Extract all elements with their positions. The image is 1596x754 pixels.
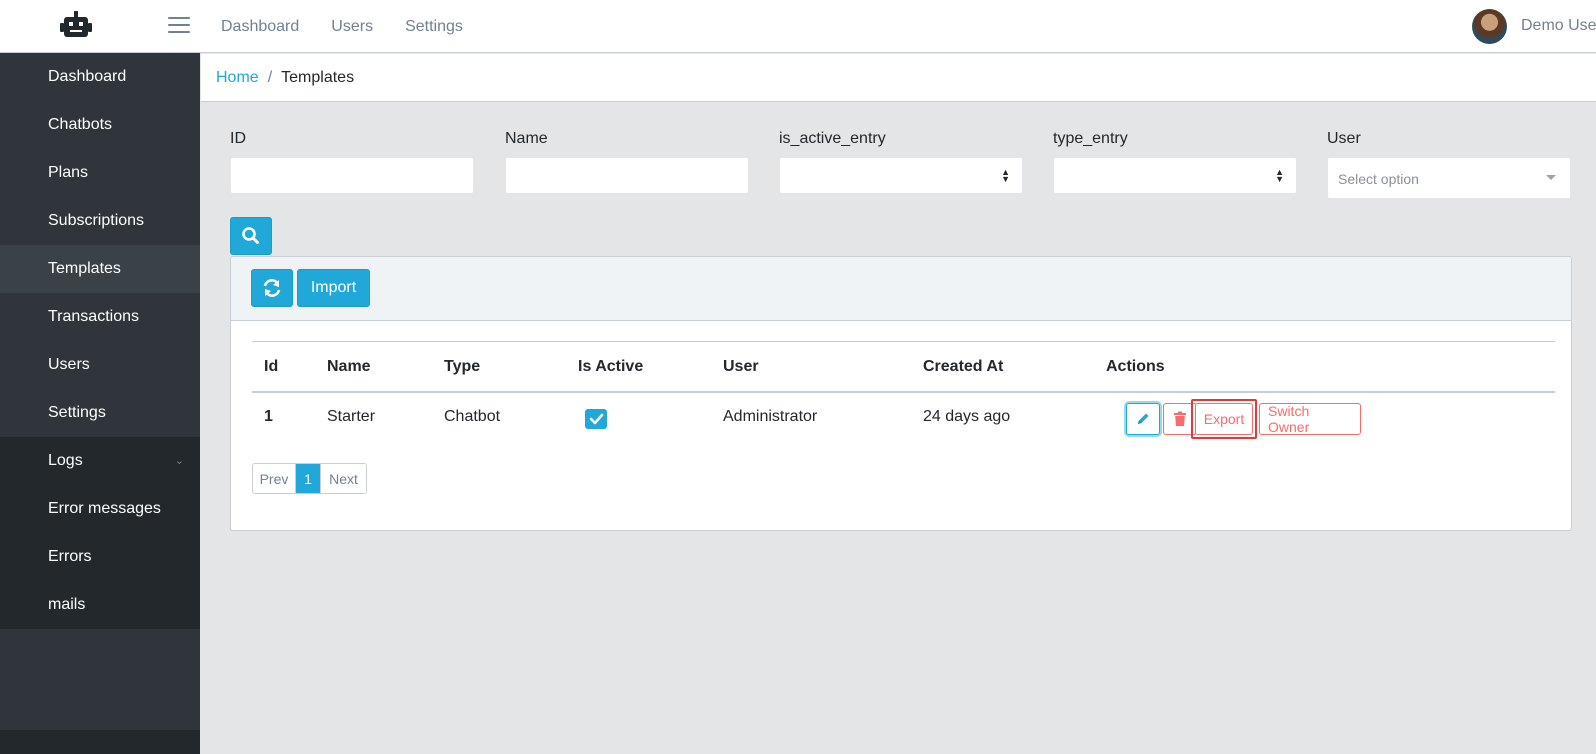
top-nav-dashboard[interactable]: Dashboard (221, 18, 299, 36)
filter-user-select[interactable]: Select option (1327, 157, 1571, 199)
sidebar-footer (0, 730, 200, 754)
filter-type-label: type_entry (1053, 130, 1128, 147)
breadcrumb-current: Templates (281, 68, 355, 86)
sidebar-item-plans[interactable]: Plans (0, 149, 200, 197)
hamburger-icon[interactable] (168, 17, 190, 35)
sidebar-item-transactions[interactable]: Transactions (0, 293, 200, 341)
column-header-is-active: Is Active (578, 358, 644, 375)
sidebar-item-errors[interactable]: Errors (0, 533, 200, 581)
sidebar-item-logs[interactable]: Logs ⌄ (0, 437, 200, 485)
cell-type: Chatbot (444, 408, 501, 425)
select-arrows-icon: ▲ ▼ (1001, 167, 1010, 184)
sidebar-item-dashboard[interactable]: Dashboard (0, 53, 200, 101)
filter-id-field[interactable] (230, 157, 474, 194)
top-header: Dashboard Users Settings Demo User (0, 0, 1596, 53)
sidebar-item-users[interactable]: Users (0, 341, 200, 389)
refresh-button[interactable] (251, 269, 293, 307)
filter-name-input[interactable] (506, 158, 748, 193)
filter-type-select[interactable]: ▲ ▼ (1053, 157, 1297, 194)
cell-name: Starter (327, 408, 376, 425)
pencil-icon (1138, 413, 1149, 424)
check-icon (589, 413, 604, 425)
user-name[interactable]: Demo User (1521, 17, 1596, 35)
switch-owner-button[interactable]: Switch Owner (1259, 403, 1361, 435)
refresh-icon (263, 279, 281, 297)
filter-type: type_entry ▲ ▼ (1053, 130, 1297, 194)
filter-user: User Select option (1327, 130, 1571, 199)
cell-user: Administrator (723, 408, 818, 425)
filter-is-active-select[interactable]: ▲ ▼ (779, 157, 1023, 194)
filter-name: Name (505, 130, 749, 194)
is-active-checkbox[interactable] (585, 409, 607, 429)
column-header-name: Name (327, 358, 371, 375)
pagination-prev[interactable]: Prev (253, 464, 296, 493)
column-header-created-at: Created At (923, 358, 1004, 375)
sidebar: Dashboard Chatbots Plans Subscriptions T… (0, 53, 200, 754)
export-button[interactable]: Export (1195, 403, 1253, 435)
search-button[interactable] (230, 217, 272, 255)
cell-created-at: 24 days ago (923, 408, 1011, 425)
filter-id-input[interactable] (231, 158, 473, 193)
table-header-border (252, 391, 1555, 393)
filter-user-label: User (1327, 130, 1361, 147)
search-icon (242, 227, 259, 244)
column-header-id: Id (264, 358, 279, 375)
card-toolbar: Import (231, 257, 1571, 321)
filter-id-label: ID (230, 130, 246, 147)
sidebar-item-chatbots[interactable]: Chatbots (0, 101, 200, 149)
filter-name-field[interactable] (505, 157, 749, 194)
filter-is-active: is_active_entry ▲ ▼ (779, 130, 1023, 194)
breadcrumb: Home / Templates (201, 54, 1596, 102)
filter-id: ID (230, 130, 474, 194)
templates-card: Import Id Name Type Is Active User Creat… (230, 256, 1572, 531)
filter-is-active-label: is_active_entry (779, 130, 886, 147)
edit-button[interactable] (1126, 403, 1160, 435)
filter-user-placeholder: Select option (1338, 171, 1419, 187)
chevron-down-icon: ⌄ (174, 455, 184, 467)
sidebar-item-error-messages[interactable]: Error messages (0, 485, 200, 533)
sidebar-group-logs: Logs ⌄ Error messages Errors mails (0, 437, 200, 629)
caret-down-icon (1546, 175, 1556, 180)
cell-id: 1 (264, 408, 273, 425)
top-nav-settings[interactable]: Settings (405, 18, 463, 36)
sidebar-item-settings[interactable]: Settings (0, 389, 200, 437)
pagination-page-current[interactable]: 1 (296, 464, 320, 493)
trash-icon (1174, 411, 1186, 426)
column-header-actions: Actions (1106, 358, 1165, 375)
avatar[interactable] (1472, 9, 1507, 44)
breadcrumb-home[interactable]: Home (216, 69, 259, 87)
sidebar-item-label: Logs (48, 452, 83, 469)
top-nav: Dashboard Users Settings (221, 0, 495, 53)
column-header-type: Type (444, 358, 481, 375)
breadcrumb-separator: / (267, 68, 273, 86)
table-top-border (252, 341, 1555, 342)
select-arrows-icon: ▲ ▼ (1275, 167, 1284, 184)
pagination-next[interactable]: Next (320, 464, 366, 493)
robot-icon[interactable] (58, 10, 94, 42)
pagination: Prev 1 Next (252, 463, 367, 494)
column-header-user: User (723, 358, 759, 375)
sidebar-item-templates[interactable]: Templates (0, 245, 200, 293)
top-nav-users[interactable]: Users (331, 18, 373, 36)
import-button[interactable]: Import (297, 269, 370, 307)
sidebar-item-subscriptions[interactable]: Subscriptions (0, 197, 200, 245)
filter-name-label: Name (505, 130, 548, 147)
delete-button[interactable] (1163, 403, 1197, 435)
sidebar-item-mails[interactable]: mails (0, 581, 200, 629)
